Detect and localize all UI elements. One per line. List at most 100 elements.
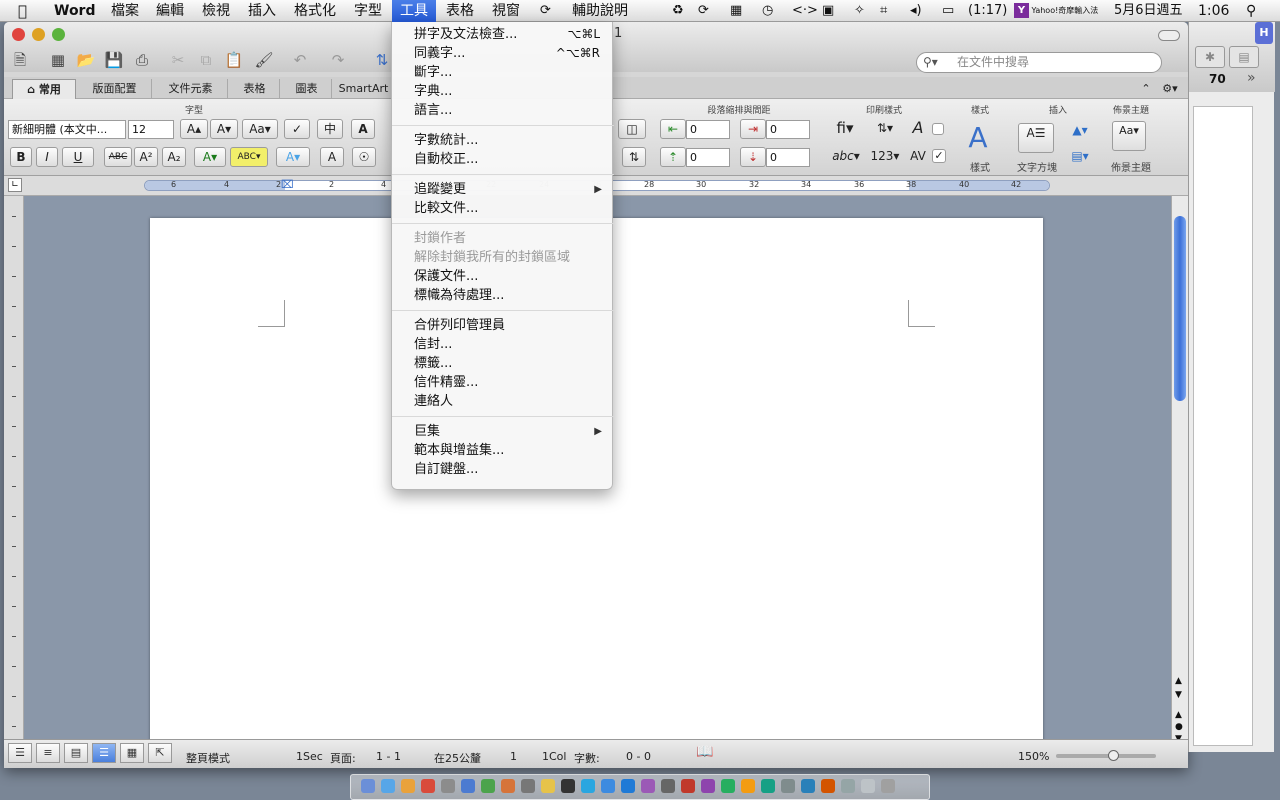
dock-skype-icon[interactable] — [581, 779, 595, 793]
wifi-icon[interactable]: ⌗ — [880, 0, 887, 22]
menu-table[interactable]: 表格 — [446, 0, 474, 22]
dock-notes-icon[interactable] — [541, 779, 555, 793]
grid-app-icon[interactable]: ▦ — [730, 0, 742, 22]
space-before-input[interactable]: 0 — [686, 148, 730, 167]
text-effects-button[interactable]: A▾ — [276, 147, 310, 167]
change-case-button[interactable]: Aa▾ — [242, 119, 278, 139]
copy-icon[interactable]: ⧉ — [194, 49, 218, 71]
close-window-button[interactable] — [12, 28, 25, 41]
scroll-down-icon[interactable]: ▼ — [1175, 690, 1182, 700]
print-icon[interactable]: ⎙ — [130, 49, 154, 71]
apple-menu-icon[interactable]:  — [18, 0, 27, 22]
font-name-select[interactable]: 新細明體 (本文中... — [8, 120, 126, 139]
number-spacing-icon[interactable]: ⇅▾ — [868, 119, 902, 139]
menu-edit[interactable]: 編輯 — [156, 0, 184, 22]
stylistic-set-icon[interactable]: A — [908, 119, 928, 139]
tab-smartart[interactable]: SmartArt — [334, 79, 394, 99]
themes-icon[interactable]: Aa▾ — [1112, 121, 1146, 151]
previous-page-icon[interactable]: ▲ — [1175, 710, 1182, 720]
highlight-button[interactable]: ABC▾ — [230, 147, 268, 167]
undo-icon[interactable]: ↶ — [288, 49, 312, 71]
tools-menu-item[interactable]: 巨集 ▶ — [392, 422, 614, 441]
menubar-clock[interactable]: 1:06 — [1198, 0, 1229, 22]
menubar-date[interactable]: 5月6日週五 — [1114, 0, 1183, 22]
scroll-up-icon[interactable]: ▲ — [1175, 676, 1182, 686]
battery-icon[interactable]: ▭ — [942, 0, 954, 22]
columns-button[interactable]: ◫ — [618, 119, 646, 139]
tools-menu-item[interactable]: 標籤... — [392, 354, 614, 373]
tools-menu-item[interactable]: 保護文件... — [392, 267, 614, 286]
menu-file[interactable]: 檔案 — [111, 0, 139, 22]
outline-view-button[interactable]: ≡ — [36, 743, 60, 763]
ime-h-icon[interactable]: H — [1255, 22, 1273, 44]
bluetooth-icon[interactable]: ✧ — [854, 0, 865, 22]
asterisk-icon[interactable]: ✱ — [1195, 46, 1225, 68]
enclose-characters-button[interactable]: ☉ — [352, 147, 376, 167]
tab-tables[interactable]: 表格 — [230, 79, 280, 99]
volume-icon[interactable]: ◂) — [910, 0, 922, 22]
paste-icon[interactable]: 📋 — [222, 49, 246, 71]
dock-maps-icon[interactable] — [721, 779, 735, 793]
collapse-ribbon-icon[interactable]: ⌃ — [1136, 79, 1156, 99]
vertical-ruler[interactable] — [4, 196, 24, 739]
battery-time[interactable]: (1:17) — [968, 0, 1007, 22]
tools-menu-item[interactable]: 字數統計... — [392, 131, 614, 150]
shrink-font-button[interactable]: A▾ — [210, 119, 238, 139]
dock-folder-icon[interactable] — [821, 779, 835, 793]
space-before-icon[interactable]: ⇡ — [660, 147, 686, 167]
minimize-window-button[interactable] — [32, 28, 45, 41]
styles-icon[interactable]: A — [958, 119, 998, 159]
tools-menu-item[interactable]: 封鎖作者 — [392, 229, 614, 248]
tools-menu-item[interactable]: 信封... — [392, 335, 614, 354]
strikethrough-button[interactable]: ABC — [104, 147, 132, 167]
dock-finder-icon[interactable] — [361, 779, 375, 793]
tab-charts[interactable]: 圖表 — [282, 79, 332, 99]
vertical-scrollbar[interactable]: ▲ ▼ ▲ ● ▼ — [1171, 196, 1188, 744]
zoom-slider[interactable] — [1056, 750, 1156, 761]
tools-menu-item[interactable]: 標幟為待處理... — [392, 286, 614, 305]
character-border-button[interactable]: A — [351, 119, 375, 139]
app-menu-word[interactable]: Word — [54, 0, 96, 22]
font-size-select[interactable]: 12 — [128, 120, 174, 139]
indent-left-input[interactable]: 0 — [686, 120, 730, 139]
expand-panel-icon[interactable]: » — [1247, 70, 1256, 86]
script-menu-icon[interactable]: ⟳ — [540, 0, 551, 22]
cut-icon[interactable]: ✂ — [166, 49, 190, 71]
indent-left-icon[interactable]: ⇤ — [660, 119, 686, 139]
draft-view-button[interactable]: ☰ — [8, 743, 32, 763]
dock-chrome-icon[interactable] — [421, 779, 435, 793]
indent-right-icon[interactable]: ⇥ — [740, 119, 766, 139]
grow-font-button[interactable]: A▴ — [180, 119, 208, 139]
tools-menu-item[interactable]: 字典... — [392, 82, 614, 101]
tools-menu-item[interactable]: 比較文件... — [392, 199, 614, 218]
menu-format[interactable]: 格式化 — [294, 0, 336, 22]
menu-window[interactable]: 視窗 — [492, 0, 520, 22]
ligatures-icon[interactable]: fi▾ — [830, 119, 860, 139]
browse-object-icon[interactable]: ● — [1175, 722, 1183, 732]
ime-indicator[interactable]: Y Yahoo!奇摩輸入法 — [1014, 0, 1098, 22]
zoom-level[interactable]: 150% — [1018, 750, 1049, 763]
dock-powerpoint-icon[interactable] — [501, 779, 515, 793]
spotlight-icon[interactable]: ⚲ — [1246, 0, 1256, 22]
time-machine-icon[interactable]: ◷ — [762, 0, 773, 22]
number-form-icon[interactable]: 123▾ — [868, 147, 902, 167]
tools-menu-item[interactable]: 拼字及文法檢查... ⌥⌘L — [392, 25, 614, 44]
menu-view[interactable]: 檢視 — [202, 0, 230, 22]
dock-utility-icon[interactable] — [521, 779, 535, 793]
toolbar-toggle-button[interactable] — [1158, 30, 1180, 41]
dock-firefox-icon[interactable] — [401, 779, 415, 793]
tab-document-elements[interactable]: 文件元素 — [154, 79, 228, 99]
zoom-slider-knob[interactable] — [1108, 750, 1119, 761]
tab-selector-icon[interactable]: ∟ — [8, 178, 22, 192]
subscript-button[interactable]: A₂ — [162, 147, 186, 167]
text-box-icon[interactable]: A☰ — [1018, 123, 1054, 153]
evernote-icon[interactable]: ♻ — [672, 0, 684, 22]
dock-safari-icon[interactable] — [381, 779, 395, 793]
publishing-view-button[interactable]: ▤ — [64, 743, 88, 763]
ribbon-settings-icon[interactable]: ⚙▾ — [1158, 79, 1182, 99]
tab-layout[interactable]: 版面配置 — [78, 79, 152, 99]
dock-terminal-icon[interactable] — [561, 779, 575, 793]
dock-store-icon[interactable] — [621, 779, 635, 793]
kerning-checkbox[interactable]: ✓ — [932, 149, 946, 163]
display-icon[interactable]: ▣ — [822, 0, 834, 22]
